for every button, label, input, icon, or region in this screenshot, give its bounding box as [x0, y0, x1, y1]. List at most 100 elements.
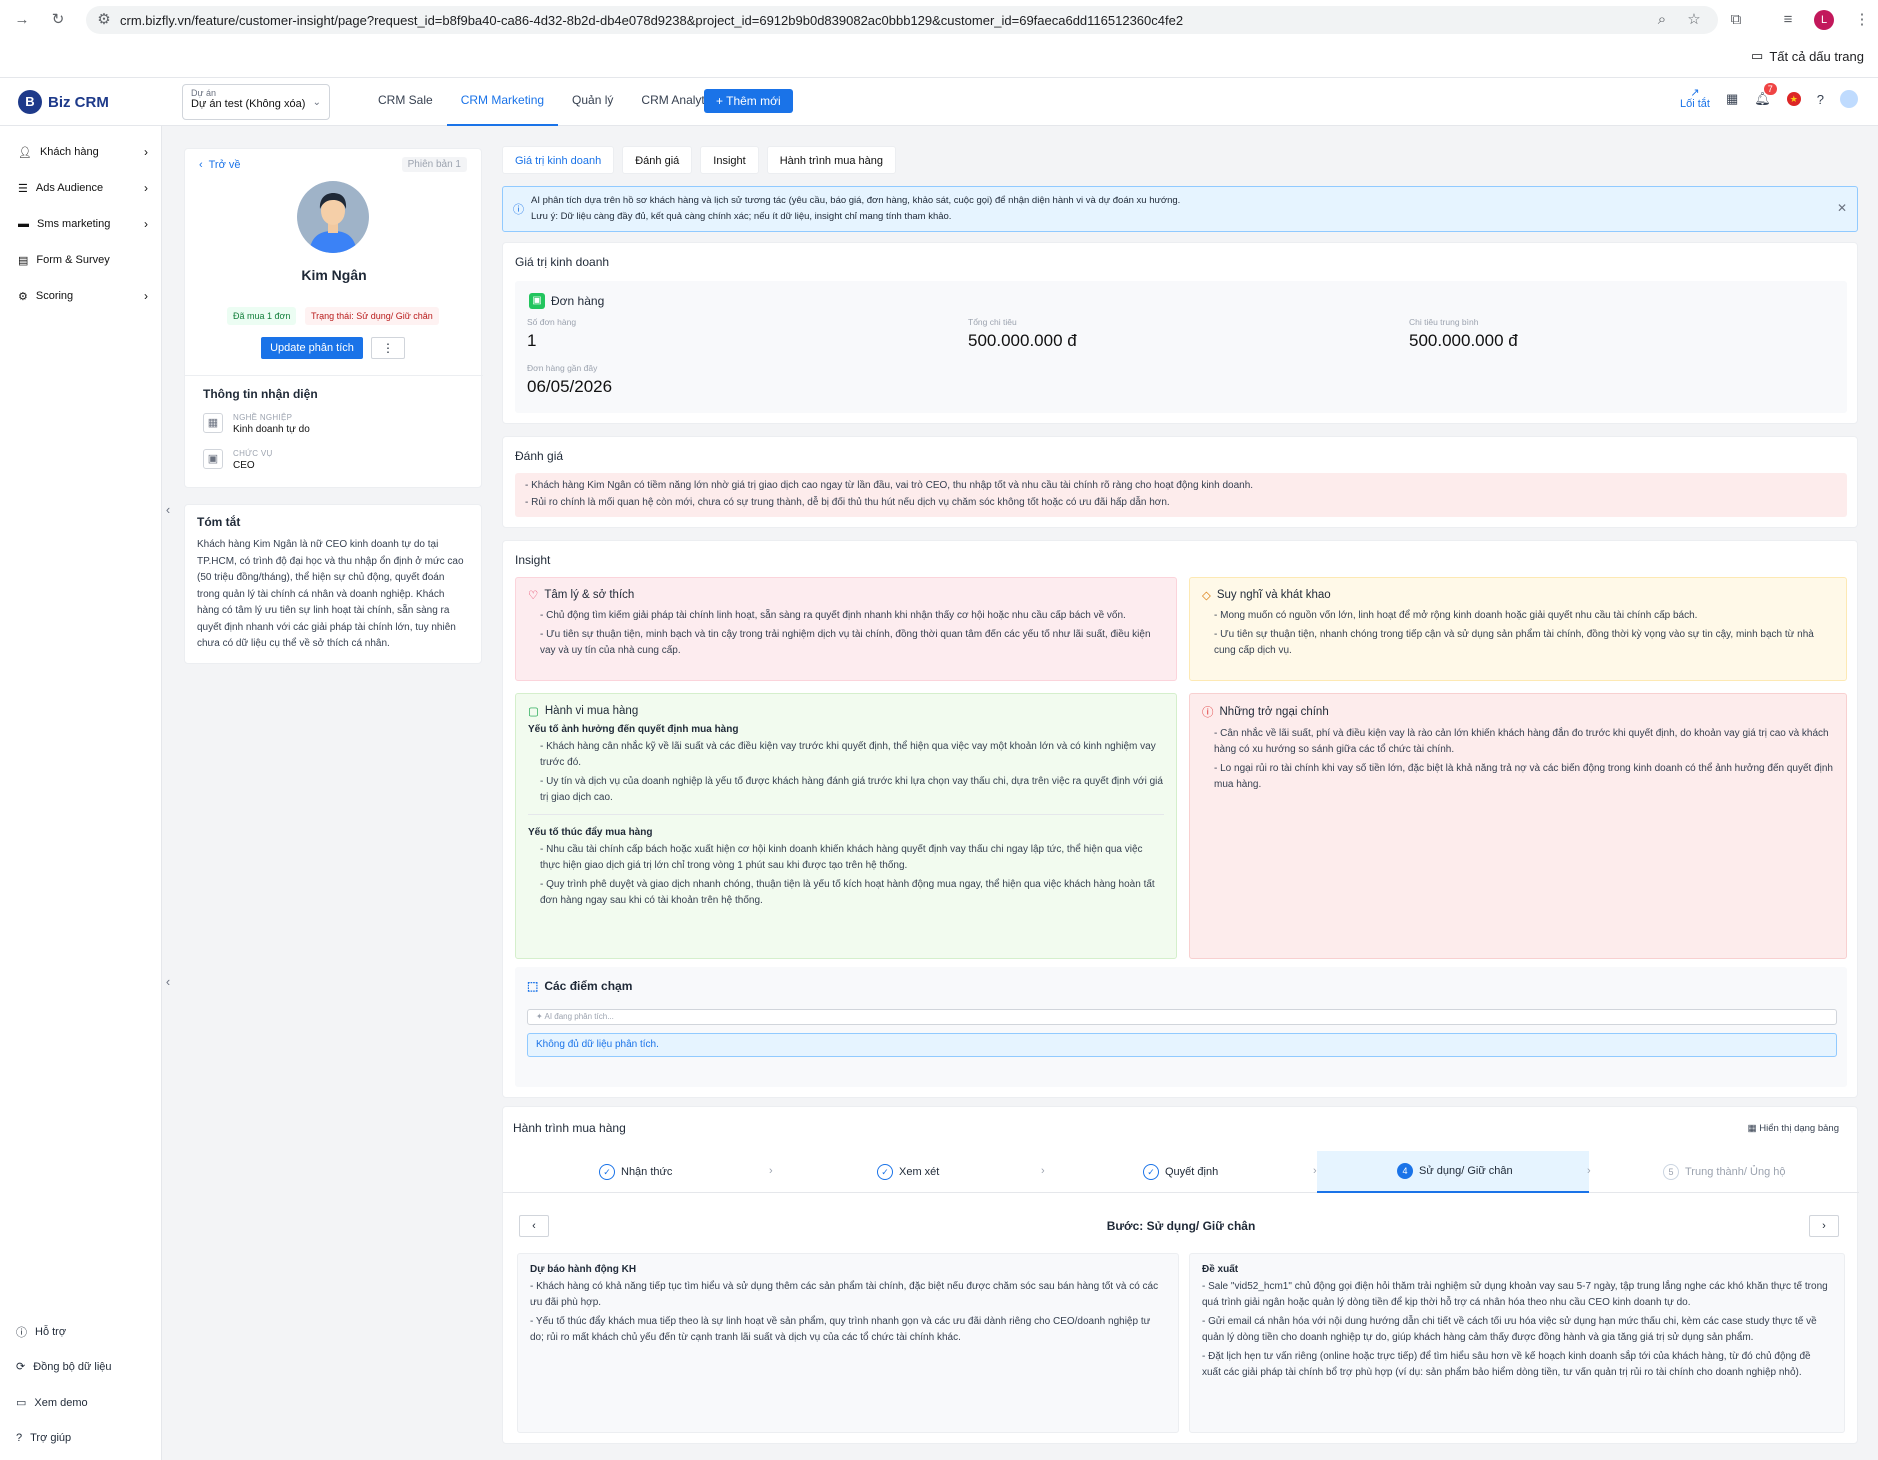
bizcrm-logo[interactable]: B Biz CRM: [18, 90, 109, 114]
update-analysis-button[interactable]: Update phân tích: [261, 337, 363, 359]
purchase-tag: Đã mua 1 đơn: [227, 307, 297, 325]
journey-card: Hành trình mua hàng ▦ Hiển thị dạng bảng…: [502, 1106, 1859, 1444]
media-icon[interactable]: ≡: [1778, 10, 1798, 30]
tab-insight[interactable]: Insight: [700, 146, 759, 174]
sidebar-item-scoring[interactable]: ⚙ Scoring ›: [18, 286, 148, 306]
recent-order-stat: Đơn hàng gần đây 06/05/2026: [527, 363, 612, 397]
barriers-title: Những trở ngại chính: [1219, 706, 1329, 718]
help-circle-icon[interactable]: ?: [1817, 92, 1824, 107]
orders-header: ▣ Đơn hàng: [529, 293, 604, 309]
list-icon: ☰: [18, 182, 28, 195]
apps-grid-icon[interactable]: ▦: [1726, 91, 1738, 107]
close-icon[interactable]: ✕: [1837, 201, 1847, 215]
project-value: Dự án test (Không xóa): [191, 98, 306, 110]
nav-crm-sale[interactable]: CRM Sale: [364, 78, 447, 126]
language-flag-icon[interactable]: ★: [1786, 92, 1801, 106]
step-xem-xet[interactable]: ✓ Xem xét: [877, 1151, 939, 1193]
site-info-icon[interactable]: ⚙: [94, 10, 114, 30]
logo-icon: B: [18, 90, 42, 114]
profile-avatar[interactable]: L: [1814, 10, 1834, 30]
nav-crm-marketing[interactable]: CRM Marketing: [446, 78, 559, 126]
sidebar-bottom-label: Hỗ trợ: [35, 1326, 67, 1338]
nav-quan-ly[interactable]: Quản lý: [558, 78, 627, 126]
project-label: Dự án: [191, 88, 217, 98]
collapse-sidebar-icon[interactable]: ‹: [162, 974, 174, 994]
table-view-label: Hiển thị dạng bảng: [1759, 1123, 1839, 1134]
tab-gia-tri-kinh-doanh[interactable]: Giá trị kinh doanh: [502, 146, 615, 174]
step-label: Xem xét: [899, 1166, 940, 1178]
menu-icon[interactable]: ⋮: [1852, 10, 1872, 30]
forecast-title: Dự báo hành động KH: [530, 1264, 637, 1275]
tab-danh-gia[interactable]: Đánh giá: [622, 146, 693, 174]
step-quyet-dinh[interactable]: ✓ Quyết định: [1143, 1151, 1218, 1193]
sidebar-item-label: Scoring: [35, 290, 74, 302]
status-badge: Trạng thái: Sử dụng/ Giữ chân: [305, 307, 439, 325]
step-su-dung-giu-chan[interactable]: 4 Sử dụng/ Giữ chân: [1317, 1151, 1589, 1193]
list-item: - Đặt lịch hẹn tư vấn riêng (online hoặc…: [1202, 1351, 1811, 1378]
business-value-card: Giá trị kinh doanh ▣ Đơn hàng Số đơn hàng…: [502, 242, 1858, 424]
next-step-button[interactable]: ›: [1809, 1215, 1839, 1237]
extensions-icon[interactable]: ⧉: [1726, 10, 1746, 30]
list-item: - Quy trình phê duyệt và giao dịch nhanh…: [540, 879, 1155, 906]
chevron-right-icon: ›: [144, 217, 148, 231]
version-badge: Phiên bản 1: [401, 157, 467, 172]
sidebar-bottom-xem-demo[interactable]: ▭ Xem demo: [16, 1396, 88, 1410]
avg-spend-stat: Chi tiêu trung bình 500.000.000 đ: [1409, 317, 1518, 351]
address-bar[interactable]: ⚙ crm.bizfly.vn/feature/customer-insight…: [86, 6, 1718, 34]
step-label: Sử dụng/ Giữ chân: [1419, 1165, 1513, 1177]
all-bookmarks[interactable]: ▭ Tất cả dấu trang: [1751, 48, 1864, 64]
business-value-title: Giá trị kinh doanh: [515, 255, 610, 269]
suggestion-box: Đề xuất - Sale "vid52_hcm1" chủ động gọi…: [1189, 1253, 1845, 1433]
table-view-toggle[interactable]: ▦ Hiển thị dạng bảng: [1748, 1123, 1839, 1134]
back-link[interactable]: ‹ Trở về: [199, 159, 240, 171]
notification-bell[interactable]: 🔔︎ 7: [1754, 83, 1777, 107]
shortcut-button[interactable]: ↗ Lối tắt: [1680, 88, 1710, 110]
sidebar-item-ads-audience[interactable]: ☰ Ads Audience ›: [18, 178, 148, 198]
shortcut-label: Lối tắt: [1679, 98, 1710, 110]
step-number: 4: [1397, 1163, 1413, 1179]
user-avatar-icon[interactable]: [1840, 90, 1858, 108]
ai-notice-line2: Lưu ý: Dữ liệu càng đầy đủ, kết quả càng…: [531, 211, 952, 222]
sidebar-bottom-tro-giup[interactable]: ? Trợ giúp: [16, 1432, 71, 1444]
add-new-button[interactable]: + Thêm mới: [704, 89, 793, 113]
header-tools: ↗ Lối tắt ▦ 🔔︎ 7 ★ ?: [1680, 83, 1858, 110]
more-options-button[interactable]: ⋮: [371, 337, 405, 359]
stat-value: 1: [527, 331, 537, 350]
bookmark-star-icon[interactable]: ☆: [1684, 10, 1704, 30]
summary-card: Tóm tắt Khách hàng Kim Ngân là nữ CEO ki…: [184, 504, 482, 664]
sidebar-item-khach-hang[interactable]: 👤︎ Khách hàng ›: [18, 142, 148, 162]
role-field: ▣ CHỨC VỤ CEO: [203, 449, 463, 471]
step-nhan-thuc[interactable]: ✓ Nhận thức: [599, 1151, 672, 1193]
list-item: - Mong muốn có nguồn vốn lớn, linh hoạt …: [1214, 610, 1698, 621]
step-trung-thanh[interactable]: 5 Trung thành/ Ủng hộ: [1663, 1151, 1786, 1193]
project-select[interactable]: Dự án Dự án test (Không xóa) ⌄: [182, 84, 330, 120]
evaluation-card: Đánh giá - Khách hàng Kim Ngân có tiềm n…: [502, 436, 1858, 528]
evaluation-line: - Khách hàng Kim Ngân có tiềm năng lớn n…: [525, 480, 1254, 491]
sidebar-item-label: Khách hàng: [39, 146, 99, 158]
main-nav: CRM Sale CRM Marketing Quản lý CRM Analy…: [364, 78, 733, 126]
monitor-icon: ▭: [16, 1397, 27, 1409]
tab-hanh-trinh[interactable]: Hành trình mua hàng: [766, 146, 897, 174]
sidebar-bottom-ho-tro[interactable]: ⓘ Hỗ trợ: [16, 1324, 66, 1340]
check-circle-icon: ✓: [599, 1164, 615, 1180]
reload-icon[interactable]: ↻: [48, 10, 68, 30]
forward-icon[interactable]: →: [12, 10, 32, 30]
chevron-right-icon: ›: [769, 1165, 773, 1177]
suggestion-title: Đề xuất: [1202, 1264, 1239, 1275]
sidebar-item-sms-marketing[interactable]: ▬ Sms marketing ›: [18, 214, 148, 234]
touchpoints-panel: ⬚ Các điểm chạm ✦ AI đang phân tích... Kh…: [515, 967, 1847, 1087]
lightbulb-icon: ◇: [1202, 590, 1211, 602]
role-label: CHỨC VỤ: [233, 449, 273, 458]
list-item: - Nhu cầu tài chính cấp bách hoặc xuất h…: [540, 844, 1143, 871]
collapse-panel-icon[interactable]: ‹: [162, 502, 174, 522]
chevron-right-icon: ›: [144, 145, 148, 159]
forecast-box: Dự báo hành động KH - Khách hàng có khả …: [517, 1253, 1179, 1433]
app-header: B Biz CRM Dự án Dự án test (Không xóa) ⌄…: [0, 78, 1878, 126]
sidebar-bottom-dong-bo[interactable]: ⟳ Đồng bộ dữ liệu: [16, 1360, 112, 1374]
sidebar-item-form-survey[interactable]: ▤ Form & Survey: [18, 250, 148, 270]
ai-notice-line1: AI phân tích dựa trên hồ sơ khách hàng v…: [531, 195, 1181, 206]
insight-tabs: Giá trị kinh doanh Đánh giá Insight Hành…: [502, 146, 897, 174]
behavior-box: ▢ Hành vi mua hàng Yếu tố ảnh hưởng đến q…: [515, 693, 1177, 959]
folder-icon: ▭: [1751, 48, 1764, 63]
zoom-icon[interactable]: ⌕: [1652, 10, 1672, 30]
